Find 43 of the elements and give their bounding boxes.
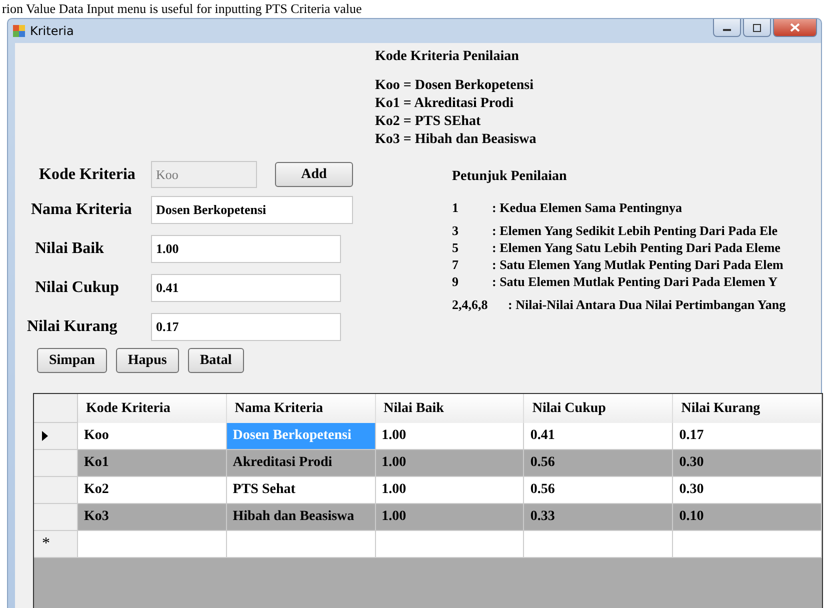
field-label: Nilai Kurang	[26, 318, 118, 336]
scale-value: 5	[452, 239, 460, 256]
action-button[interactable]: Batal	[188, 348, 244, 373]
scale-description: : Elemen Yang Satu Lebih Penting Dari Pada Eleme	[492, 239, 780, 256]
window-title: Kriteria	[30, 24, 74, 38]
field-label: Nilai Cukup	[34, 278, 120, 296]
field-label: Kode Kriteria	[38, 166, 136, 184]
scale-description: : Satu Elemen Mutlak Penting Dari Pada Elemen Y	[492, 273, 778, 290]
scale-value: 3	[452, 222, 460, 239]
legend-line: Ko1 = Akreditasi Prodi	[375, 95, 515, 113]
scale-description: : Nilai-Nilai Antara Dua Nilai Pertimbangan Yang	[508, 296, 786, 313]
guide-title: Petunjuk Penilaian	[452, 169, 568, 185]
scale-value: 2,4,6,8	[452, 296, 489, 313]
row-header[interactable]	[34, 423, 78, 450]
scale-value: 7	[452, 256, 460, 273]
maximize-button[interactable]	[743, 19, 771, 37]
legend-line: Ko2 = PTS SEhat	[375, 113, 482, 131]
scale-value: 1	[452, 199, 460, 216]
legend-line: Koo = Dosen Berkopetensi	[375, 77, 534, 95]
action-button[interactable]: Simpan	[37, 348, 107, 373]
minimize-button[interactable]	[713, 19, 741, 37]
action-button[interactable]: Hapus	[116, 348, 179, 373]
input-field[interactable]: 1.00	[151, 234, 341, 262]
table-cell: Dosen Berkopetensi	[226, 423, 376, 450]
caption-text: rion Value Data Input menu is useful for inputting PTS Criteria value	[1, 2, 362, 15]
input-field[interactable]: 0.41	[151, 274, 341, 302]
maximize-icon	[752, 24, 762, 32]
legend-title: Kode Kriteria Penilaian	[375, 49, 520, 65]
add-button[interactable]: Add	[275, 162, 353, 187]
legend-line: Ko3 = Hibah dan Beasiswa	[375, 131, 538, 149]
input-field[interactable]: Dosen Berkopetensi	[151, 196, 353, 224]
scale-description: : Elemen Yang Sedikit Lebih Penting Dari Pada Ele	[492, 222, 778, 239]
new-row-marker: *	[42, 535, 50, 553]
scale-description: : Satu Elemen Yang Mutlak Penting Dari Pada Elem	[492, 256, 784, 273]
input-field[interactable]: 0.17	[151, 312, 341, 340]
scale-description: : Kedua Elemen Sama Pentingnya	[492, 199, 682, 216]
close-button[interactable]	[773, 19, 817, 37]
row-header[interactable]: *	[34, 531, 78, 558]
field-label: Nilai Baik	[34, 240, 105, 258]
app-icon	[12, 24, 26, 38]
field-label: Nama Kriteria	[30, 200, 133, 218]
scale-value: 9	[452, 273, 460, 290]
close-icon	[790, 23, 800, 32]
